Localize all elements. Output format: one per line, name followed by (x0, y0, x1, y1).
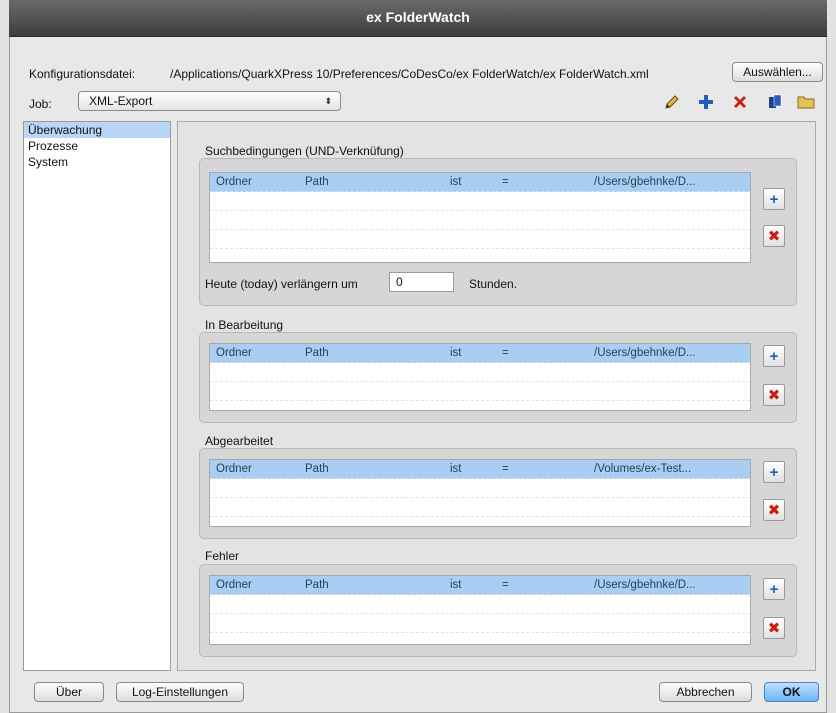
add-done-button[interactable]: + (763, 461, 785, 483)
cell-type: Ordner (216, 463, 252, 475)
cell-value: /Volumes/ex-Test... (594, 463, 692, 475)
group-title-in-progress: In Bearbeitung (205, 318, 284, 332)
group-title-done: Abgearbeitet (205, 434, 274, 448)
plus-icon[interactable] (697, 93, 715, 111)
select-arrows-icon: ⬍ (324, 96, 332, 106)
plus-icon: + (769, 347, 779, 365)
table-row (210, 498, 750, 517)
cell-value: /Users/gbehnke/D... (594, 176, 696, 188)
done-table[interactable]: Ordner Path ist = /Volumes/ex-Test... (209, 459, 751, 527)
about-button[interactable]: Über (34, 682, 104, 702)
job-select[interactable]: XML-Export ⬍ (78, 91, 341, 111)
in-progress-table[interactable]: Ordner Path ist = /Users/gbehnke/D... (209, 343, 751, 411)
table-row (210, 192, 750, 211)
sidebar-item-prozesse[interactable]: Prozesse (24, 138, 170, 154)
x-icon: ✖ (767, 228, 781, 245)
cell-field: Path (305, 463, 329, 475)
plus-icon: + (769, 580, 779, 598)
table-row (210, 363, 750, 382)
ok-button[interactable]: OK (764, 682, 819, 702)
table-row (210, 479, 750, 498)
cell-type: Ordner (216, 176, 252, 188)
x-icon: ✖ (767, 387, 781, 404)
cell-comparator: = (502, 347, 509, 359)
table-row[interactable]: Ordner Path ist = /Volumes/ex-Test... (210, 460, 750, 479)
sidebar-item-system[interactable]: System (24, 154, 170, 170)
config-path: /Applications/QuarkXPress 10/Preferences… (170, 67, 649, 81)
sidebar-item-ueberwachung[interactable]: Überwachung (24, 122, 170, 138)
table-row (210, 614, 750, 633)
cell-comparator: = (502, 176, 509, 188)
group-title-search: Suchbedingungen (UND-Verknüfung) (205, 144, 404, 158)
cell-field: Path (305, 347, 329, 359)
table-row (210, 211, 750, 230)
cell-comparator: = (502, 579, 509, 591)
table-row (210, 595, 750, 614)
add-in-progress-button[interactable]: + (763, 345, 785, 367)
sidebar: Überwachung Prozesse System (23, 121, 171, 671)
x-icon[interactable] (731, 93, 749, 111)
job-label: Job: (29, 97, 52, 111)
cell-field: Path (305, 579, 329, 591)
cell-operator: ist (450, 347, 462, 359)
window-title: ex FolderWatch (366, 9, 470, 25)
extend-hours-field[interactable]: 0 (389, 272, 454, 292)
table-row (210, 230, 750, 249)
add-search-condition-button[interactable]: + (763, 188, 785, 210)
error-table[interactable]: Ordner Path ist = /Users/gbehnke/D... (209, 575, 751, 645)
cell-type: Ordner (216, 579, 252, 591)
cancel-button[interactable]: Abbrechen (659, 682, 752, 702)
table-row[interactable]: Ordner Path ist = /Users/gbehnke/D... (210, 576, 750, 595)
remove-error-button[interactable]: ✖ (763, 617, 785, 639)
cell-value: /Users/gbehnke/D... (594, 579, 696, 591)
plus-icon: + (769, 190, 779, 208)
title-bar: ex FolderWatch (9, 0, 827, 37)
extend-label: Heute (today) verlängern um (205, 277, 358, 291)
cell-field: Path (305, 176, 329, 188)
add-error-button[interactable]: + (763, 578, 785, 600)
cell-operator: ist (450, 176, 462, 188)
cell-operator: ist (450, 579, 462, 591)
cell-operator: ist (450, 463, 462, 475)
extend-unit-label: Stunden. (469, 277, 518, 291)
copy-icon[interactable] (766, 93, 784, 111)
remove-in-progress-button[interactable]: ✖ (763, 384, 785, 406)
search-conditions-table[interactable]: Ordner Path ist = /Users/gbehnke/D... (209, 172, 751, 263)
x-icon: ✖ (767, 620, 781, 637)
table-row (210, 382, 750, 401)
folder-icon[interactable] (797, 93, 815, 111)
remove-done-button[interactable]: ✖ (763, 499, 785, 521)
pencil-icon[interactable] (663, 93, 681, 111)
cell-value: /Users/gbehnke/D... (594, 347, 696, 359)
cell-comparator: = (502, 463, 509, 475)
table-row[interactable]: Ordner Path ist = /Users/gbehnke/D... (210, 344, 750, 363)
cell-type: Ordner (216, 347, 252, 359)
choose-config-button[interactable]: Auswählen... (732, 62, 823, 82)
x-icon: ✖ (767, 502, 781, 519)
job-select-value: XML-Export (89, 94, 153, 108)
config-label: Konfigurationsdatei: (29, 67, 136, 81)
group-title-error: Fehler (205, 549, 240, 563)
remove-search-condition-button[interactable]: ✖ (763, 225, 785, 247)
table-row[interactable]: Ordner Path ist = /Users/gbehnke/D... (210, 173, 750, 192)
log-settings-button[interactable]: Log-Einstellungen (116, 682, 244, 702)
plus-icon: + (769, 463, 779, 481)
